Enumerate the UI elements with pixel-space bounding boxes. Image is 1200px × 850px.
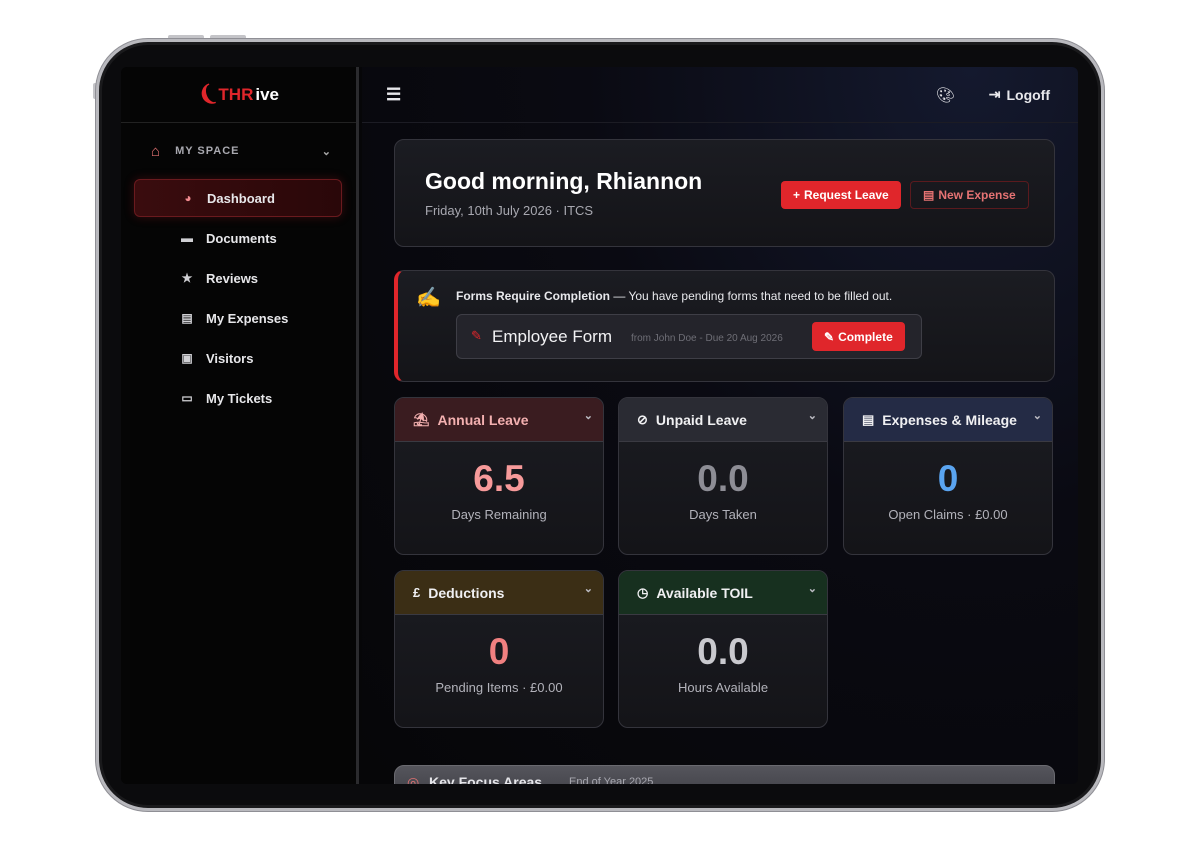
sidebar-item-documents[interactable]: ▬ Documents — [134, 219, 342, 257]
brand-name-white: ive — [255, 84, 280, 104]
chevron-down-icon: ⌄ — [321, 145, 332, 158]
sidebar-item-reviews[interactable]: ★ Reviews — [134, 259, 342, 297]
pencil-icon: ✎ — [824, 329, 835, 344]
plus-icon: + — [793, 188, 801, 202]
user-slash-icon: ⊘ — [637, 411, 648, 427]
sidebar-item-my-expenses[interactable]: ▤ My Expenses — [134, 299, 342, 337]
star-icon: ★ — [181, 271, 193, 285]
sidebar: ❨ THR ive ⌂ MY SPACE ⌄ ◕ Dashboard ▬ Docu… — [121, 67, 359, 784]
receipt-icon: ▤ — [862, 411, 875, 427]
forms-alert-text: — You have pending forms that need to be… — [610, 289, 893, 303]
sidebar-item-label: Visitors — [206, 350, 254, 366]
stat-value: 0 — [488, 631, 510, 672]
sidebar-nav: ◕ Dashboard ▬ Documents ★ Reviews ▤ My E… — [121, 179, 356, 417]
sidebar-item-label: Reviews — [206, 270, 259, 286]
sidebar-item-label: Dashboard — [207, 190, 275, 206]
card-header: ⛱ Annual Leave ⌄ — [395, 398, 603, 442]
form-name: Employee Form — [492, 327, 612, 346]
card-title: Expenses & Mileage — [882, 411, 1017, 428]
forms-alert-message: Forms Require Completion — You have pend… — [456, 289, 892, 303]
badge-icon: ▣ — [181, 351, 193, 365]
brand-name-red: THR — [218, 84, 254, 104]
sidebar-item-dashboard[interactable]: ◕ Dashboard — [134, 179, 342, 217]
sidebar-item-label: My Expenses — [206, 310, 289, 326]
top-bar: ☰ 🎨︎ ⇥ Logoff — [362, 67, 1078, 123]
clock-icon: ◷ — [637, 584, 649, 600]
chevron-down-icon[interactable]: ⌄ — [584, 582, 593, 595]
card-title: Annual Leave — [437, 411, 529, 428]
stat-caption: Hours Available — [677, 680, 769, 695]
card-title: Deductions — [428, 584, 505, 601]
chevron-down-icon[interactable]: ⌄ — [1033, 409, 1042, 422]
card-header: ▤ Expenses & Mileage ⌄ — [844, 398, 1052, 442]
gauge-icon: ◕ — [184, 191, 192, 205]
chevron-down-icon[interactable]: ⌄ — [584, 409, 593, 422]
pending-form-row: ✎ Employee Form from John Doe - Due 20 A… — [456, 314, 922, 359]
umbrella-beach-icon: ⛱ — [413, 411, 430, 427]
greeting-subtitle: Friday, 10th July 2026 · ITCS — [425, 203, 594, 218]
palette-icon[interactable]: 🎨︎ — [936, 86, 955, 104]
file-signature-icon: ✎ — [471, 328, 482, 343]
request-leave-label: Request Leave — [804, 188, 889, 202]
form-meta: from John Doe - Due 20 Aug 2026 — [631, 333, 783, 344]
logo-swoosh-icon: ❨ — [194, 79, 220, 109]
available-toil-card[interactable]: ◷ Available TOIL ⌄ 0.0 Hours Available — [618, 570, 828, 728]
forms-alert-card: ✍ Forms Require Completion — You have pe… — [394, 270, 1055, 382]
app-screen: ❨ THR ive ⌂ MY SPACE ⌄ ◕ Dashboard ▬ Docu… — [121, 67, 1078, 784]
sidebar-item-my-tickets[interactable]: ▭ My Tickets — [134, 379, 342, 417]
logoff-label: Logoff — [1006, 86, 1050, 103]
stat-caption: Days Taken — [689, 507, 757, 522]
key-focus-areas-card[interactable]: ◎ Key Focus Areas End of Year 2025 — [394, 765, 1055, 784]
expenses-mileage-card[interactable]: ▤ Expenses & Mileage ⌄ 0 Open Claims · £… — [843, 397, 1053, 555]
request-leave-button[interactable]: + Request Leave — [781, 181, 901, 209]
card-header: ⊘ Unpaid Leave ⌄ — [619, 398, 827, 442]
new-expense-button[interactable]: ▤ New Expense — [910, 181, 1029, 209]
stat-caption: Pending Items · £0.00 — [435, 680, 563, 695]
logoff-button[interactable]: ⇥ Logoff — [989, 86, 1050, 103]
chevron-down-icon[interactable]: ⌄ — [808, 582, 817, 595]
hamburger-menu-icon[interactable]: ☰ — [386, 85, 401, 105]
sidebar-item-visitors[interactable]: ▣ Visitors — [134, 339, 342, 377]
focus-subtitle: End of Year 2025 — [569, 776, 654, 784]
greeting-card: Good morning, Rhiannon Friday, 10th July… — [394, 139, 1055, 247]
stat-value: 0.0 — [697, 458, 749, 499]
focus-title: Key Focus Areas — [429, 774, 543, 784]
brand-logo[interactable]: ❨ THR ive — [194, 79, 280, 109]
signature-icon: ✍ — [416, 287, 441, 309]
folder-icon: ▬ — [181, 231, 193, 245]
annual-leave-card[interactable]: ⛱ Annual Leave ⌄ 6.5 Days Remaining — [394, 397, 604, 555]
forms-alert-title: Forms Require Completion — [456, 289, 611, 303]
pound-sign-icon: £ — [413, 585, 421, 600]
new-expense-label: New Expense — [938, 188, 1016, 202]
sidebar-item-label: My Tickets — [206, 390, 273, 406]
chevron-down-icon[interactable]: ⌄ — [808, 409, 817, 422]
card-header: £ Deductions ⌄ — [395, 571, 603, 615]
deductions-card[interactable]: £ Deductions ⌄ 0 Pending Items · £0.00 — [394, 570, 604, 728]
complete-label: Complete — [838, 329, 893, 344]
greeting-title: Good morning, Rhiannon — [425, 168, 703, 194]
stat-value: 6.5 — [473, 458, 525, 499]
section-label: MY SPACE — [175, 145, 240, 157]
complete-button[interactable]: ✎ Complete — [812, 322, 905, 351]
sidebar-item-label: Documents — [206, 230, 277, 246]
card-title: Available TOIL — [656, 584, 753, 601]
card-header: ◷ Available TOIL ⌄ — [619, 571, 827, 615]
receipt-icon: ▤ — [181, 311, 193, 325]
home-icon: ⌂ — [151, 142, 162, 160]
main-content: ☰ 🎨︎ ⇥ Logoff Good morning, Rhiannon Fri… — [362, 67, 1078, 784]
unpaid-leave-card[interactable]: ⊘ Unpaid Leave ⌄ 0.0 Days Taken — [618, 397, 828, 555]
bullseye-icon: ◎ — [407, 774, 420, 784]
stat-caption: Days Remaining — [451, 507, 547, 522]
section-my-space[interactable]: ⌂ MY SPACE ⌄ — [121, 123, 356, 179]
brand-header: ❨ THR ive — [121, 67, 356, 123]
receipt-icon: ▤ — [923, 188, 935, 202]
sign-out-icon: ⇥ — [988, 86, 1001, 102]
ticket-icon: ▭ — [181, 391, 193, 405]
stat-caption: Open Claims · £0.00 — [888, 507, 1008, 522]
card-title: Unpaid Leave — [655, 411, 747, 428]
stat-value: 0.0 — [697, 631, 749, 672]
stat-value: 0 — [937, 458, 959, 499]
